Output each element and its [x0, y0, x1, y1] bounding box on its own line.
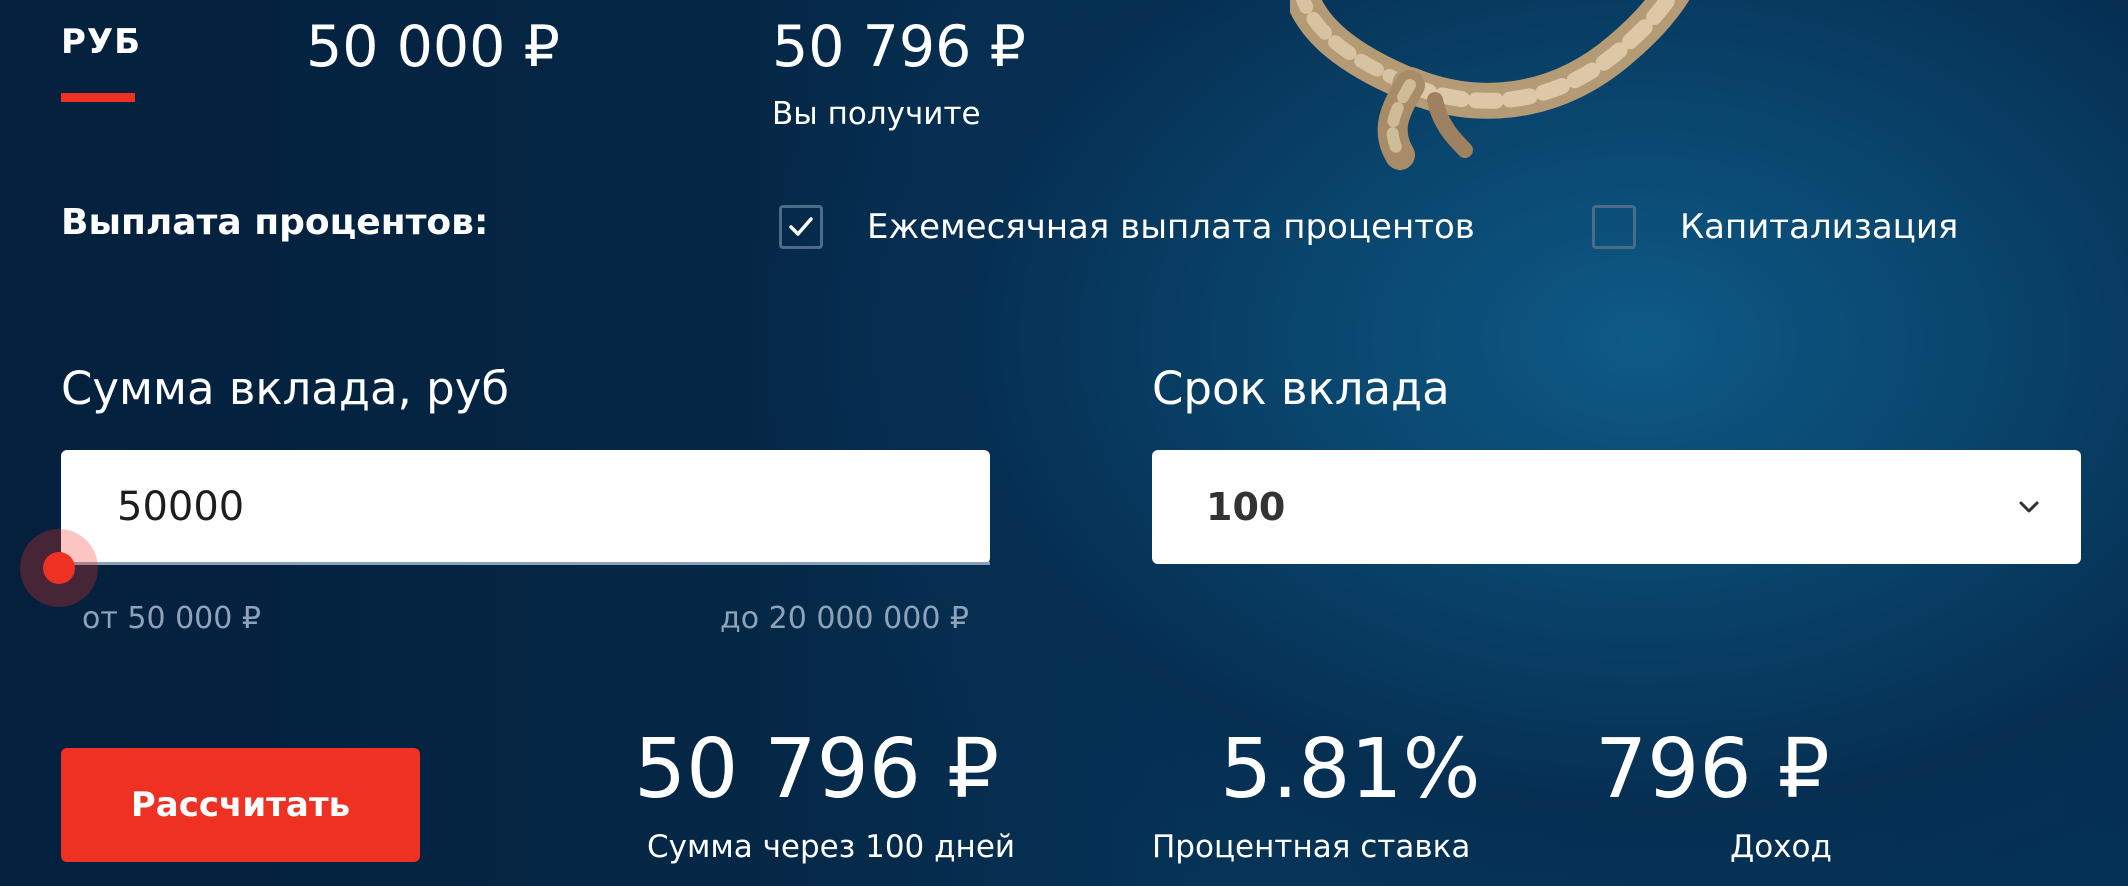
- result-rate-caption: Процентная ставка: [1152, 829, 1471, 865]
- amount-slider-handle[interactable]: [43, 552, 75, 584]
- check-icon: [789, 217, 813, 236]
- result-income-value: 796 ₽: [1595, 722, 1830, 817]
- monthly-payout-checkbox[interactable]: [779, 205, 823, 249]
- capitalization-label[interactable]: Капитализация: [1680, 207, 1958, 247]
- capitalization-checkbox[interactable]: [1592, 205, 1636, 249]
- deposit-term-value: 100: [1206, 485, 1286, 529]
- summary-receive-caption: Вы получите: [772, 96, 981, 132]
- result-income-caption: Доход: [1730, 829, 1832, 865]
- deposit-term-label: Срок вклада: [1152, 362, 1450, 415]
- amount-max-label: до 20 000 000 ₽: [720, 601, 970, 636]
- deposit-term-select[interactable]: 100: [1152, 450, 2081, 564]
- result-rate-value: 5.81%: [1220, 722, 1481, 817]
- summary-deposit-amount: 50 000 ₽: [306, 14, 560, 80]
- currency-tab-rub[interactable]: РУБ: [61, 22, 141, 62]
- rope-image: [1290, 0, 1690, 170]
- result-sum-caption: Сумма через 100 дней: [647, 829, 1016, 865]
- active-tab-indicator: [61, 93, 135, 102]
- amount-min-label: от 50 000 ₽: [82, 601, 261, 636]
- summary-receive-amount: 50 796 ₽: [772, 14, 1026, 80]
- monthly-payout-label[interactable]: Ежемесячная выплата процентов: [867, 207, 1475, 247]
- payout-title: Выплата процентов:: [61, 202, 489, 243]
- deposit-amount-field[interactable]: [61, 450, 990, 564]
- chevron-down-icon: [2019, 501, 2039, 513]
- result-sum-value: 50 796 ₽: [634, 722, 1000, 817]
- deposit-amount-input[interactable]: [117, 484, 917, 530]
- calculate-button[interactable]: Рассчитать: [61, 748, 420, 862]
- deposit-amount-label: Сумма вклада, руб: [61, 362, 510, 415]
- amount-slider-track[interactable]: [61, 562, 990, 565]
